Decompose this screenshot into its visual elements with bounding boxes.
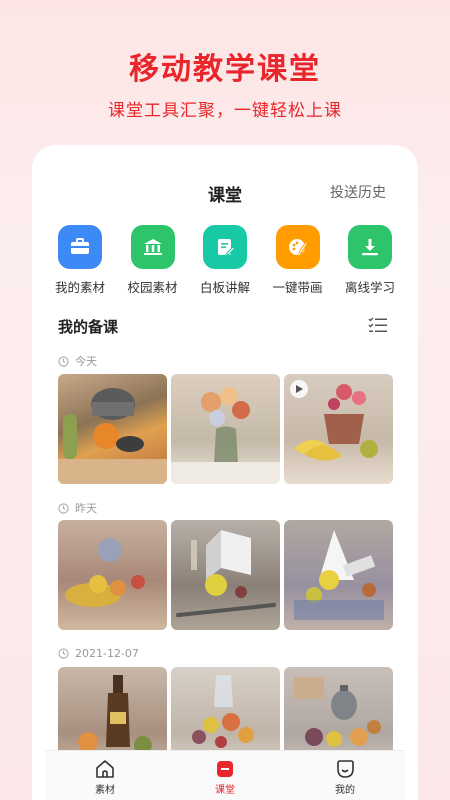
tab-classroom[interactable]: 课堂 [165,751,285,800]
tab-label: 素材 [95,785,115,796]
lesson-thumbnail[interactable] [284,520,393,630]
tab-profile[interactable]: 我的 [285,751,405,800]
tool-whiteboard[interactable]: 白板讲解 [189,225,261,296]
hero-title: 移动教学课堂 [129,52,321,87]
smile-face-icon [337,760,354,778]
date-label: 昨天 [75,502,97,515]
date-label: 今天 [75,355,97,368]
cast-history-link[interactable]: 投送历史 [330,182,386,202]
briefcase-icon [58,225,102,269]
clock-icon [58,648,69,659]
tool-label: 白板讲解 [199,280,250,295]
whiteboard-edit-icon [203,225,247,269]
video-play-icon [290,380,308,398]
thumbnail-row [58,374,393,484]
lesson-thumbnail[interactable] [284,374,393,484]
tool-label: 离线学习 [344,280,395,295]
thumbnail-row [58,520,393,630]
tool-label: 校园素材 [127,280,178,295]
tool-my-materials[interactable]: 我的素材 [44,225,116,296]
palette-brush-icon [275,225,320,269]
clock-icon [58,355,69,367]
download-icon [348,225,392,269]
bottom-tab-bar: 素材 课堂 我的 [45,750,405,800]
hero-subtitle: 课堂工具汇聚，一键轻松上课 [108,101,342,121]
school-icon [130,225,175,269]
tab-materials[interactable]: 素材 [45,751,165,800]
date-header: 昨天 [58,500,97,516]
tool-label: 一键带画 [272,280,323,295]
tool-one-click-paint[interactable]: 一键带画 [262,225,334,296]
classroom-icon [217,761,233,777]
clock-icon [58,502,69,514]
date-header: 2021-12-07 [58,647,139,660]
tool-offline-learning[interactable]: 离线学习 [334,225,406,296]
lesson-thumbnail[interactable] [171,374,280,484]
date-header: 今天 [58,353,97,369]
section-title: 我的备课 [58,318,119,336]
lesson-thumbnail[interactable] [58,520,167,630]
list-view-icon[interactable] [368,316,388,338]
home-icon [96,760,114,778]
tab-label: 我的 [335,785,355,796]
lesson-thumbnail[interactable] [58,374,167,484]
tool-label: 我的素材 [54,280,105,295]
tab-label: 课堂 [215,785,235,796]
lesson-thumbnail[interactable] [171,520,280,630]
tool-grid: 我的素材 校园素材 白板讲解 一键带画 离线学习 [44,225,406,296]
tool-campus-materials[interactable]: 校园素材 [117,225,189,296]
classroom-card: 课堂 投送历史 我的素材 校园素材 白板讲解 一键带画 离线学习 我的备课 今天… [32,145,418,800]
date-label: 2021-12-07 [75,647,139,660]
